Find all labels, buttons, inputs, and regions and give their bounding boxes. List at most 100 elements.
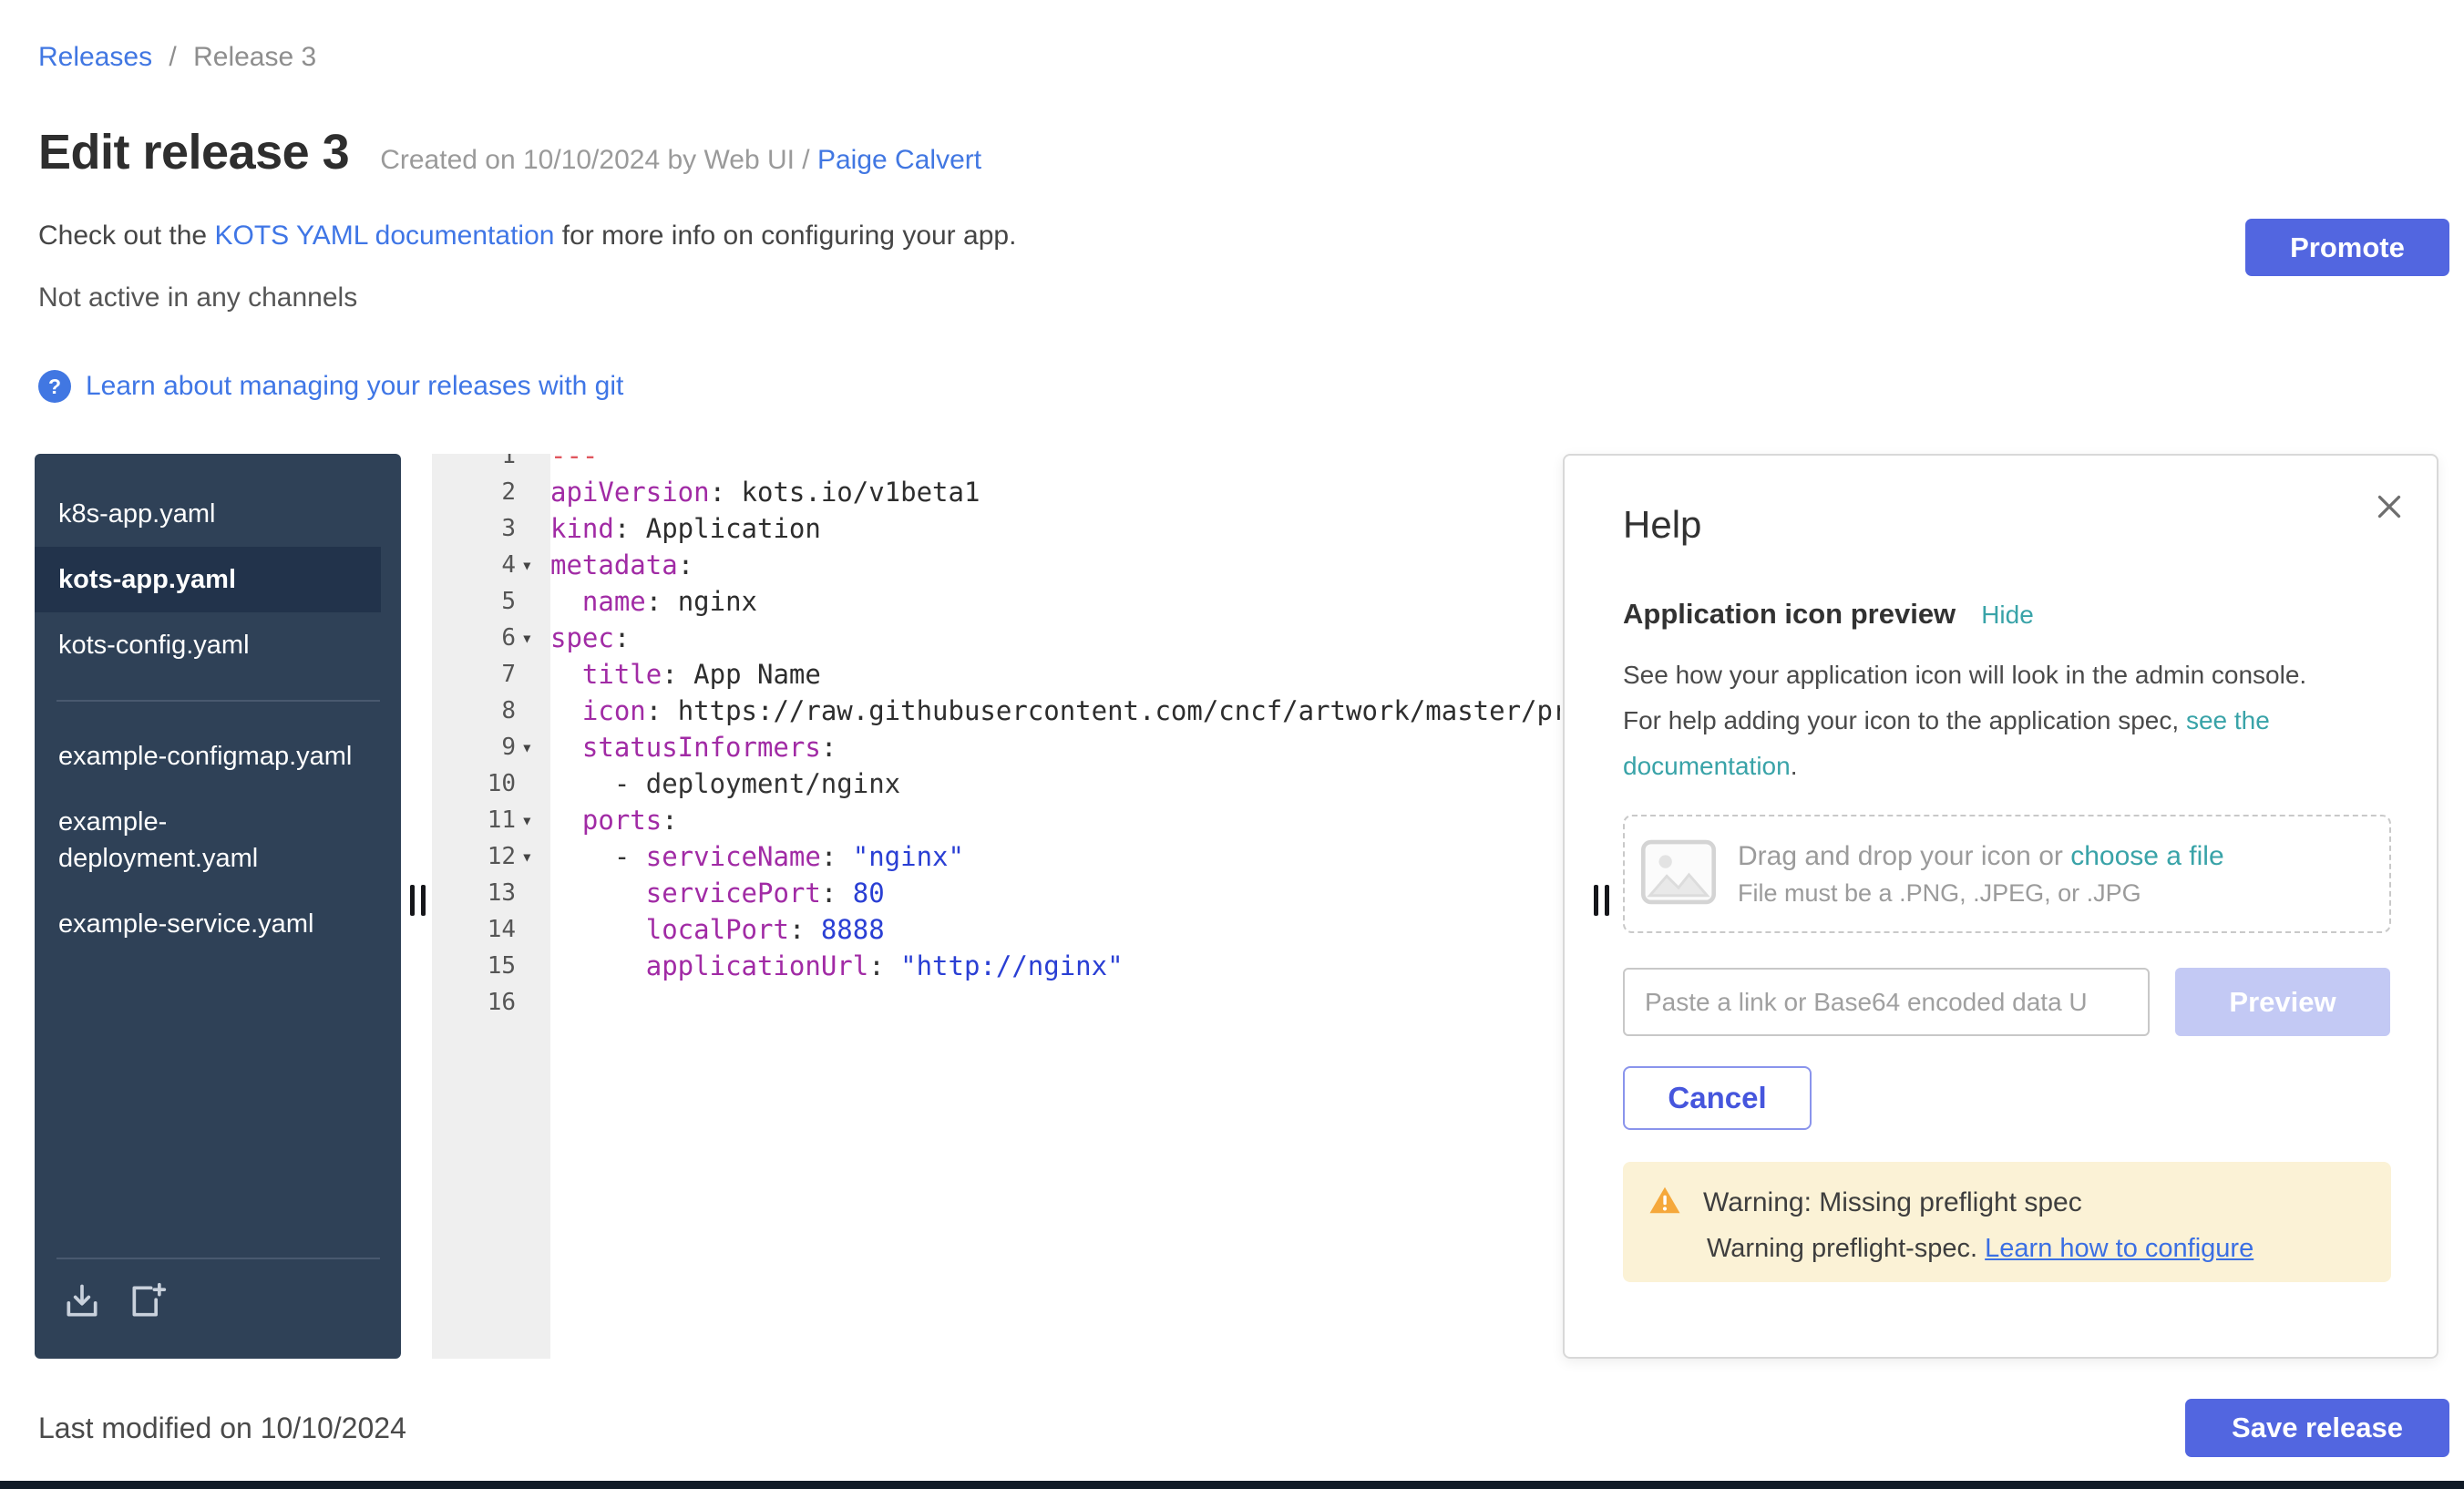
- code-line[interactable]: 9▾ statusInformers:: [432, 729, 1560, 765]
- code-text: kind: Application: [550, 510, 821, 547]
- breadcrumb: Releases / Release 3: [38, 0, 2464, 73]
- line-number: 6: [432, 620, 516, 656]
- code-text: localPort: 8888: [550, 911, 885, 948]
- code-token-key: apiVersion: [550, 477, 710, 508]
- code-line[interactable]: 8 icon: https://raw.githubusercontent.co…: [432, 693, 1560, 729]
- breadcrumb-current: Release 3: [193, 42, 316, 72]
- line-number: 4: [432, 547, 516, 583]
- fold-arrow-icon[interactable]: ▾: [516, 620, 550, 656]
- code-line[interactable]: 12▾ - serviceName: "nginx": [432, 838, 1560, 875]
- code-line[interactable]: 7 title: App Name: [432, 656, 1560, 693]
- code-line[interactable]: 15 applicationUrl: "http://nginx": [432, 948, 1560, 984]
- code-token-key: spec: [550, 622, 614, 653]
- code-text: metadata:: [550, 547, 693, 583]
- icon-preview-title: Application icon preview: [1623, 598, 1956, 631]
- code-token-key: icon: [582, 695, 646, 726]
- preflight-warning-box: Warning: Missing preflight spec Warning …: [1623, 1162, 2391, 1282]
- file-tree-item[interactable]: example-deployment.yaml: [35, 789, 381, 891]
- code-token-plain: [550, 950, 646, 981]
- code-line[interactable]: 2 apiVersion: kots.io/v1beta1: [432, 474, 1560, 510]
- code-line[interactable]: 16: [432, 984, 1560, 1021]
- code-text: applicationUrl: "http://nginx": [550, 948, 1124, 984]
- page: Releases / Release 3 Edit release 3 Crea…: [0, 0, 2464, 1457]
- kots-yaml-docs-link[interactable]: KOTS YAML documentation: [214, 221, 554, 251]
- file-tree-item[interactable]: kots-app.yaml: [35, 547, 381, 612]
- file-tree-item[interactable]: k8s-app.yaml: [35, 481, 381, 547]
- code-token-str: "nginx": [853, 841, 964, 872]
- icon-preview-section-header: Application icon preview Hide: [1623, 598, 2391, 631]
- author-link[interactable]: Paige Calvert: [817, 145, 981, 175]
- dropzone-texts: Drag and drop your icon or choose a file…: [1738, 841, 2224, 908]
- import-file-icon[interactable]: [62, 1281, 102, 1326]
- code-token-key: name: [582, 586, 646, 617]
- last-modified-text: Last modified on 10/10/2024: [38, 1412, 406, 1445]
- preview-button[interactable]: Preview: [2175, 968, 2390, 1036]
- code-token-plain: :: [614, 622, 630, 653]
- code-line[interactable]: 3kind: Application: [432, 510, 1560, 547]
- image-placeholder-icon: [1639, 837, 1718, 911]
- help-panel: Help Application icon preview Hide See h…: [1563, 454, 2438, 1359]
- fold-arrow-icon[interactable]: ▾: [516, 838, 550, 875]
- line-number: 13: [432, 875, 516, 911]
- cancel-button[interactable]: Cancel: [1623, 1066, 1812, 1130]
- warning-detail: Warning preflight-spec. Learn how to con…: [1707, 1234, 2366, 1264]
- code-token-plain: :: [789, 914, 821, 945]
- line-number: 12: [432, 838, 516, 875]
- code-line[interactable]: 6▾spec:: [432, 620, 1560, 656]
- code-token-plain: [550, 805, 582, 836]
- file-tree-item[interactable]: kots-config.yaml: [35, 612, 381, 678]
- icon-dropzone[interactable]: Drag and drop your icon or choose a file…: [1623, 815, 2391, 933]
- file-tree-item[interactable]: example-configmap.yaml: [35, 724, 381, 789]
- code-token-plain: [550, 586, 582, 617]
- code-text: - deployment/nginx: [550, 765, 900, 802]
- file-tree-item[interactable]: example-service.yaml: [35, 891, 381, 957]
- code-token-key: metadata: [550, 549, 678, 580]
- file-tree: k8s-app.yamlkots-app.yamlkots-config.yam…: [35, 454, 401, 1359]
- code-line[interactable]: 1---: [432, 454, 1560, 474]
- line-number: 2: [432, 474, 516, 510]
- code-line[interactable]: 5 name: nginx: [432, 583, 1560, 620]
- choose-file-link[interactable]: choose a file: [2070, 841, 2223, 871]
- code-text: ports:: [550, 802, 678, 838]
- fold-arrow-icon[interactable]: ▾: [516, 729, 550, 765]
- sidebar-resize-handle[interactable]: [410, 885, 426, 916]
- icon-url-input[interactable]: [1623, 968, 2150, 1036]
- line-number: 1: [432, 454, 516, 474]
- dropzone-text: Drag and drop your icon or: [1738, 841, 2063, 871]
- fold-spacer: [516, 948, 550, 984]
- configure-preflight-link[interactable]: Learn how to configure: [1985, 1234, 2254, 1263]
- save-release-button[interactable]: Save release: [2185, 1399, 2449, 1457]
- code-token-plain: [550, 659, 582, 690]
- code-line[interactable]: 10 - deployment/nginx: [432, 765, 1560, 802]
- fold-arrow-icon[interactable]: ▾: [516, 547, 550, 583]
- fold-spacer: [516, 875, 550, 911]
- breadcrumb-releases-link[interactable]: Releases: [38, 42, 152, 72]
- created-text: Created on 10/10/2024 by Web UI /: [380, 145, 809, 175]
- title-row: Edit release 3 Created on 10/10/2024 by …: [38, 124, 2426, 180]
- warning-detail-text: Warning preflight-spec.: [1707, 1234, 1977, 1263]
- fold-spacer: [516, 474, 550, 510]
- line-number: 16: [432, 984, 516, 1021]
- code-line[interactable]: 4▾metadata:: [432, 547, 1560, 583]
- code-token-plain: :: [710, 477, 742, 508]
- close-icon[interactable]: [2369, 487, 2409, 529]
- code-text: spec:: [550, 620, 630, 656]
- yaml-code-editor[interactable]: 1---2 apiVersion: kots.io/v1beta13kind: A…: [432, 454, 1560, 1359]
- code-line[interactable]: 11▾ ports:: [432, 802, 1560, 838]
- code-line[interactable]: 14 localPort: 8888: [432, 911, 1560, 948]
- code-token-val: kots.io/v1beta1: [742, 477, 980, 508]
- help-panel-resize-handle[interactable]: [1594, 885, 1609, 916]
- line-number: 14: [432, 911, 516, 948]
- code-text: servicePort: 80: [550, 875, 885, 911]
- icon-preview-description: See how your application icon will look …: [1623, 652, 2323, 789]
- hide-link[interactable]: Hide: [1981, 601, 2034, 630]
- code-text: apiVersion: kots.io/v1beta1: [550, 474, 980, 510]
- fold-spacer: [516, 583, 550, 620]
- git-learn-link[interactable]: Learn about managing your releases with …: [86, 371, 623, 402]
- promote-button[interactable]: Promote: [2245, 219, 2449, 276]
- code-lines: 1---2 apiVersion: kots.io/v1beta13kind: A…: [432, 454, 1560, 1021]
- fold-arrow-icon[interactable]: ▾: [516, 802, 550, 838]
- file-tree-footer-divider: [56, 1258, 380, 1259]
- code-line[interactable]: 13 servicePort: 80: [432, 875, 1560, 911]
- new-file-icon[interactable]: [128, 1281, 168, 1326]
